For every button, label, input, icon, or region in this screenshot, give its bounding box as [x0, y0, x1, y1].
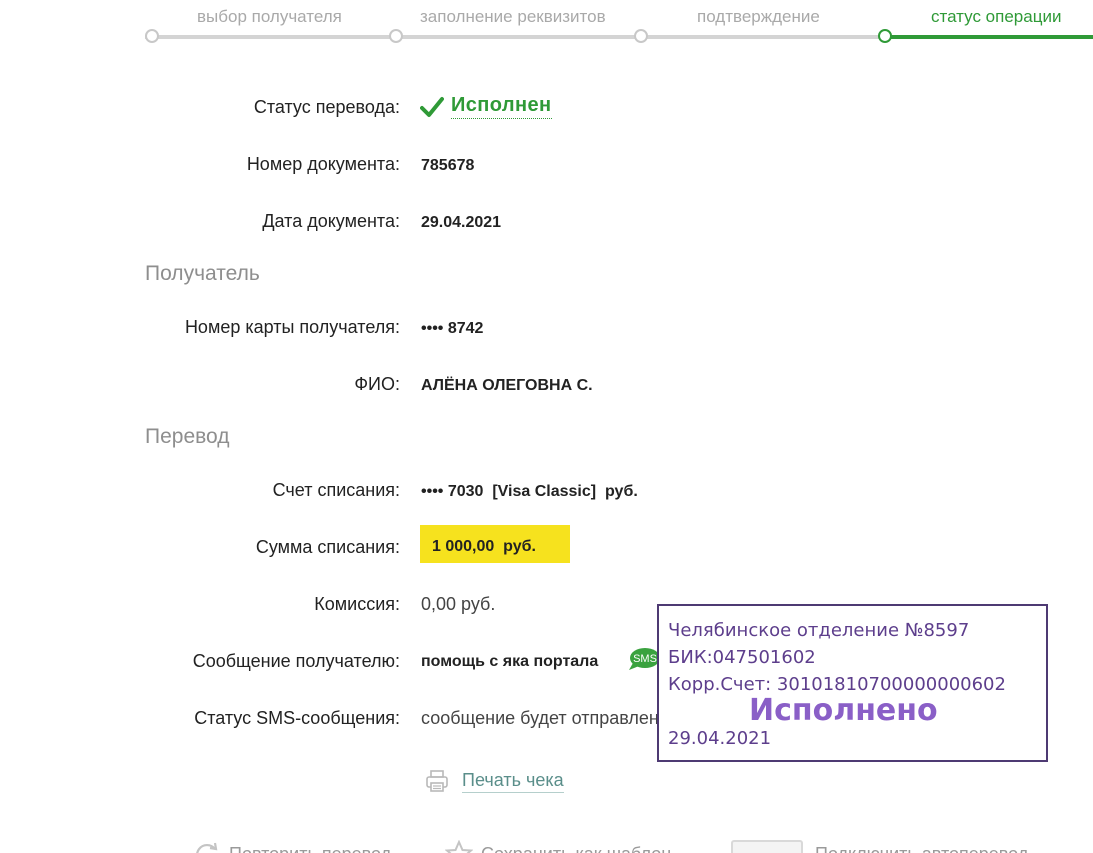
doc-number-value: 785678: [421, 157, 475, 174]
auto-transfer-switch[interactable]: [731, 840, 803, 853]
recipient-name-label: ФИО:: [354, 374, 400, 394]
account-label: Счет списания:: [272, 480, 400, 500]
bank-stamp: Челябинское отделение №8597 БИК:04750160…: [657, 604, 1048, 762]
sms-status-value: сообщение будет отправлено: [421, 708, 669, 728]
sms-icon-text: SMS: [633, 653, 657, 665]
step-dot-1: [145, 29, 159, 43]
doc-number-label: Номер документа:: [246, 154, 400, 174]
save-template-button[interactable]: Сохранить как шаблон: [445, 840, 671, 853]
step-label-confirm: подтверждение: [697, 7, 820, 26]
step-dot-3: [634, 29, 648, 43]
doc-date-label: Дата документа:: [262, 211, 400, 231]
step-label-status: статус операции: [931, 7, 1062, 26]
step-dot-2: [389, 29, 403, 43]
transfer-section-title: Перевод: [145, 425, 230, 448]
stamp-date: 29.04.2021: [668, 728, 772, 749]
sms-status-label: Статус SMS-сообщения:: [194, 708, 400, 728]
auto-transfer-toggle[interactable]: Подключить автоперевод: [731, 840, 1028, 853]
message-value: помощь с яка портала: [421, 653, 599, 670]
sms-icon: SMS: [629, 648, 660, 670]
status-text[interactable]: Исполнен: [451, 94, 552, 119]
account-value: •••• 7030 [Visa Classic] руб.: [421, 483, 638, 500]
amount-value: 1 000,00 руб.: [420, 525, 570, 563]
status-label: Статус перевода:: [253, 97, 400, 117]
checkmark-icon: [420, 96, 444, 117]
status-value[interactable]: Исполнен: [420, 94, 552, 119]
recipient-card-label: Номер карты получателя:: [184, 317, 400, 337]
print-receipt-link[interactable]: Печать чека: [425, 769, 564, 793]
stamp-corr-account: Корр.Счет: 30101810700000000602: [668, 674, 1006, 695]
recipient-card-value: •••• 8742: [421, 320, 484, 337]
step-label-select-recipient: выбор получателя: [197, 7, 342, 26]
step-track-active: [885, 35, 1093, 39]
step-track: [145, 35, 885, 39]
save-template-text[interactable]: Сохранить как шаблон: [481, 844, 671, 853]
auto-transfer-text[interactable]: Подключить автоперевод: [815, 844, 1028, 853]
recipient-name-value: АЛЁНА ОЛЕГОВНА С.: [421, 377, 593, 394]
recipient-section-title: Получатель: [145, 262, 260, 285]
stamp-bik: БИК:047501602: [668, 647, 816, 668]
print-receipt-text[interactable]: Печать чека: [462, 770, 564, 793]
step-label-fill-details: заполнение реквизитов: [420, 7, 606, 26]
message-label: Сообщение получателю:: [192, 651, 400, 671]
stamp-executed: Исполнено: [749, 693, 938, 728]
fee-value: 0,00 руб.: [421, 594, 496, 614]
amount-label: Сумма списания:: [255, 537, 400, 557]
doc-date-value: 29.04.2021: [421, 214, 502, 231]
repeat-transfer-text[interactable]: Повторить перевод: [229, 844, 391, 853]
fee-label: Комиссия:: [314, 594, 400, 614]
printer-icon: [426, 770, 448, 792]
stamp-branch: Челябинское отделение №8597: [668, 620, 970, 641]
step-dot-4: [878, 29, 892, 43]
repeat-transfer-button[interactable]: Повторить перевод: [193, 840, 391, 853]
refresh-icon: [196, 842, 218, 853]
progress-steps: выбор получателя заполнение реквизитов п…: [0, 0, 1093, 50]
star-icon: [445, 840, 473, 853]
